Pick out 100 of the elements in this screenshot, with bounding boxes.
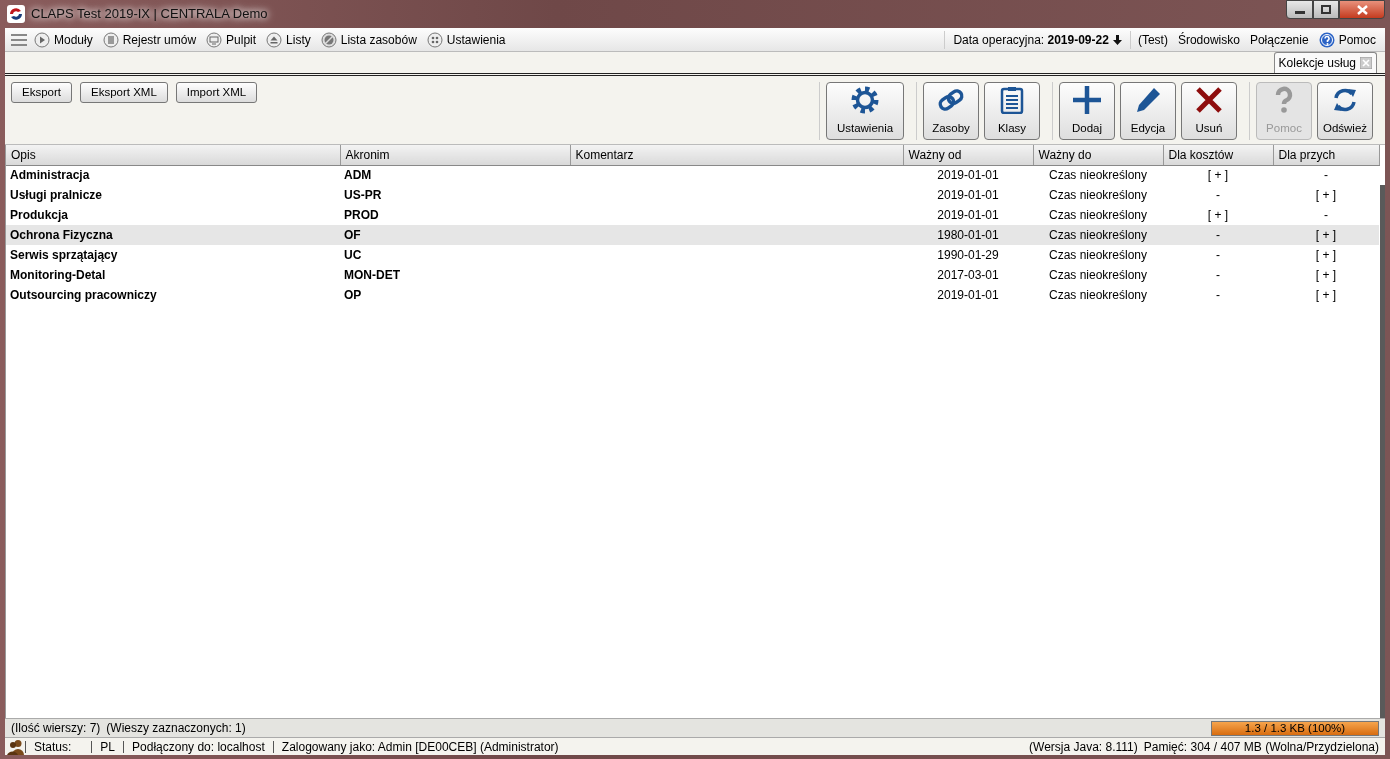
- table-row[interactable]: Outsourcing pracowniczy OP 2019-01-01 Czas nieokreślony - [ + ]: [6, 285, 1379, 305]
- status-text: Zalogowany jako: Admin [DE00CEB] (Administrator): [272, 740, 567, 753]
- column-header[interactable]: Komentarz: [570, 145, 903, 165]
- table-cell: Monitoring-Detal: [10, 268, 106, 282]
- table-cell: Czas nieokreślony: [1048, 228, 1147, 242]
- table-cell: ADM: [344, 168, 372, 183]
- status-text: Pamięć: 304 / 407 MB (Wolna/Przydzielona): [1143, 738, 1379, 756]
- table-row[interactable]: Administracja ADM 2019-01-01 Czas nieokreślony [ + ] -: [6, 165, 1379, 185]
- column-header[interactable]: Ważny do: [1033, 145, 1163, 165]
- table-row[interactable]: Serwis sprzątający UC 1990-01-29 Czas nieokreślony - [ + ]: [6, 245, 1379, 265]
- table-cell: [ + ]: [1207, 168, 1229, 183]
- memory-reading: 1.3 / 1.3 KB (100%): [1243, 721, 1347, 735]
- table-row[interactable]: Produkcja PROD 2019-01-01 Czas nieokreślony [ + ] -: [6, 205, 1379, 225]
- window-title: CLAPS Test 2019-IX | CENTRALA Demo: [31, 5, 268, 24]
- table-cell: [ + ]: [1315, 248, 1337, 262]
- toolbar-button[interactable]: Usuń: [1181, 82, 1237, 140]
- table-cell: Czas nieokreślony: [1048, 268, 1147, 282]
- table-cell: Administracja: [10, 168, 90, 183]
- table-cell: [ + ]: [1207, 208, 1229, 222]
- table-row[interactable]: Monitoring-Detal MON-DET 2017-03-01 Czas nieokreślony - [ + ]: [6, 265, 1379, 285]
- table-cell: -: [1216, 188, 1220, 202]
- restore-icon: [1321, 5, 1331, 14]
- help-link[interactable]: Pomoc: [1315, 30, 1379, 49]
- table-cell: 2019-01-01: [937, 208, 999, 222]
- table-cell: 2017-03-01: [937, 268, 999, 282]
- table-cell: Produkcja: [10, 208, 69, 222]
- toolbar-button[interactable]: Eksport: [11, 82, 72, 103]
- menu-item[interactable]: Pulpit: [203, 30, 260, 49]
- status-text: (Wersja Java: 8.111): [1029, 738, 1138, 756]
- operating-date[interactable]: Data operacyjna: 2019-09-22: [944, 30, 1131, 49]
- help-icon: [1318, 31, 1335, 48]
- environment-label: (Test): [1136, 31, 1169, 49]
- menu-item[interactable]: Moduły: [31, 30, 96, 49]
- table-cell: -: [1216, 248, 1220, 262]
- link-icon: [937, 86, 965, 114]
- status-text: Podłączony do: localhost: [123, 740, 273, 753]
- status-text: Status:: [25, 740, 92, 753]
- play-circle-icon: [34, 31, 50, 48]
- toolbar-button[interactable]: Eksport XML: [80, 82, 168, 103]
- x-icon: [1195, 86, 1223, 114]
- table-cell: PROD: [344, 208, 379, 222]
- table-cell: Czas nieokreślony: [1048, 168, 1147, 183]
- column-header[interactable]: Opis: [6, 145, 340, 165]
- table-cell: -: [1216, 228, 1220, 242]
- close-button[interactable]: [1339, 0, 1385, 19]
- striped-circle-icon: [320, 31, 337, 48]
- toolbar-button[interactable]: Dodaj: [1059, 82, 1115, 140]
- monitor-icon: [206, 31, 223, 48]
- table-cell: -: [1216, 268, 1220, 282]
- table-cell: Outsourcing pracowniczy: [10, 288, 157, 302]
- toolbar-button[interactable]: Edycja: [1120, 82, 1176, 140]
- clipboard-icon: [998, 86, 1026, 114]
- table-cell: Czas nieokreślony: [1048, 248, 1147, 262]
- scrollbar[interactable]: [1379, 185, 1385, 718]
- table-row[interactable]: Usługi pralnicze US-PR 2019-01-01 Czas nieokreślony - [ + ]: [6, 185, 1379, 205]
- menu-item[interactable]: Środowisko: [1174, 30, 1243, 49]
- plus-icon: [1073, 86, 1101, 114]
- column-header[interactable]: Dla przych: [1273, 145, 1379, 165]
- table-cell: [ + ]: [1315, 288, 1337, 302]
- table-cell: Serwis sprzątający: [10, 248, 118, 262]
- table-cell: Czas nieokreślony: [1048, 288, 1147, 302]
- menu-item[interactable]: Lista zasobów: [317, 30, 420, 49]
- toolbar-button[interactable]: Odśwież: [1317, 82, 1373, 140]
- table-cell: Czas nieokreślony: [1048, 208, 1147, 222]
- column-header[interactable]: Dla kosztów: [1163, 145, 1273, 165]
- dots-circle-icon: [426, 31, 443, 48]
- table-cell: 2019-01-01: [937, 188, 999, 202]
- document-icon: [102, 31, 119, 48]
- toolbar-button[interactable]: Ustawienia: [826, 82, 904, 140]
- toolbar-button[interactable]: Klasy: [984, 82, 1040, 140]
- app-logo-icon: [7, 5, 25, 23]
- menu-item[interactable]: Listy: [263, 30, 314, 49]
- row-count-text: (Wieszy zaznaczonych: 1): [106, 720, 246, 737]
- table-cell: OF: [344, 228, 361, 242]
- table-cell: US-PR: [344, 188, 382, 202]
- status-text: PL: [91, 740, 124, 753]
- column-header[interactable]: Ważny od: [903, 145, 1033, 165]
- arrow-down-icon: [1112, 34, 1122, 45]
- maximize-button[interactable]: [1313, 0, 1339, 19]
- table-cell: 2019-01-01: [937, 168, 999, 183]
- column-header[interactable]: Akronim: [340, 145, 570, 165]
- table-cell: [ + ]: [1315, 268, 1337, 282]
- table-cell: [ + ]: [1315, 188, 1337, 202]
- toolbar-button[interactable]: Zasoby: [923, 82, 979, 140]
- menu-item[interactable]: Połączenie: [1246, 30, 1312, 49]
- toolbar-button[interactable]: Import XML: [175, 82, 258, 103]
- close-icon: [1356, 4, 1368, 15]
- table-cell: 2019-01-01: [937, 288, 999, 302]
- table-cell: OP: [344, 288, 362, 302]
- menu-item[interactable]: Rejestr umów: [99, 30, 200, 49]
- table-cell: Usługi pralnicze: [10, 188, 103, 202]
- table-row[interactable]: Ochrona Fizyczna OF 1980-01-01 Czas nieokreślony - [ + ]: [6, 225, 1379, 245]
- row-count-text: (Ilość wierszy: 7): [11, 720, 101, 737]
- pencil-icon: [1134, 86, 1162, 114]
- menu-item[interactable]: Ustawienia: [423, 30, 509, 49]
- menu-icon[interactable]: [11, 33, 27, 46]
- table-cell: UC: [344, 248, 362, 262]
- gear-icon: [851, 86, 879, 114]
- minimize-button[interactable]: [1286, 0, 1313, 19]
- tab[interactable]: Kolekcje usług: [1273, 52, 1377, 73]
